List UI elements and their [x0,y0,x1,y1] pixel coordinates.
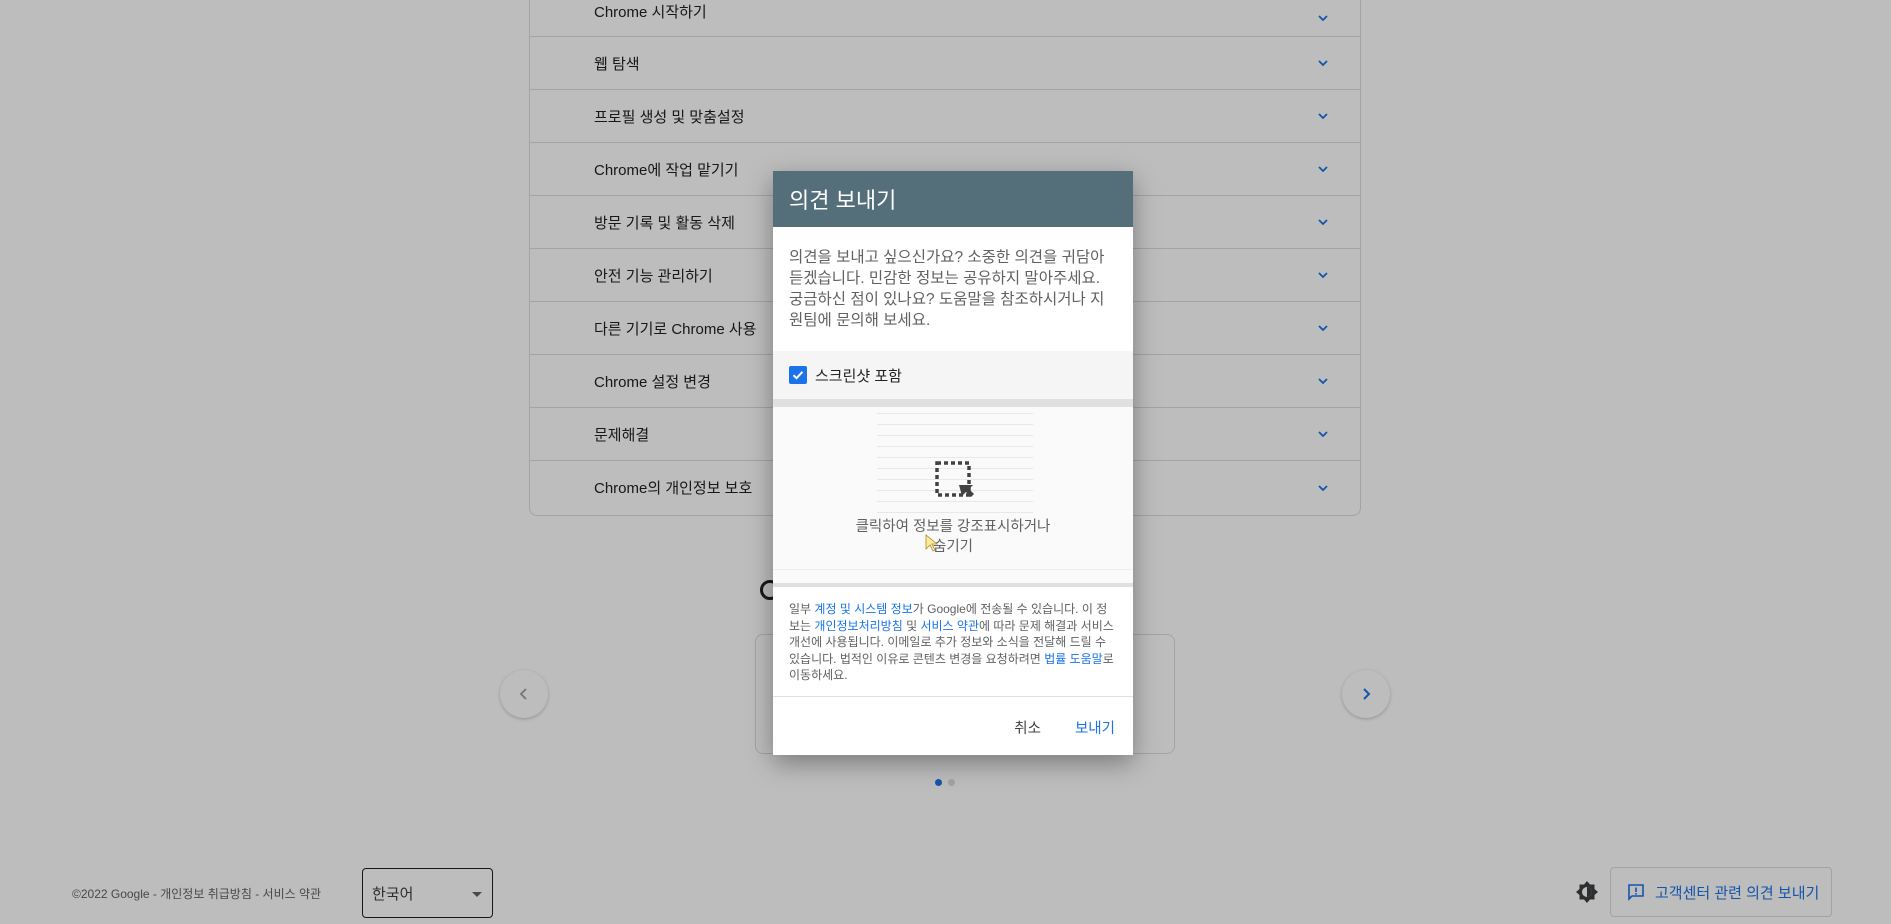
include-screenshot-row[interactable]: 스크린샷 포함 [773,351,1133,399]
legal-text: 일부 [789,602,815,616]
thumbnail-row [877,436,1033,447]
divider [773,399,1133,407]
include-screenshot-checkbox[interactable] [789,366,807,384]
dialog-actions: 취소 보내기 [773,699,1133,755]
thumbnail-row [877,414,1033,425]
thumbnail-row [877,425,1033,436]
terms-link[interactable]: 서비스 약관 [920,619,979,633]
account-info-link[interactable]: 계정 및 시스템 정보 [814,602,912,616]
thumbnail-row [877,502,1033,513]
legal-text: 및 [902,618,921,633]
thumbnail-footer [773,569,1133,583]
mouse-cursor-icon [925,534,939,552]
cancel-button[interactable]: 취소 [1004,709,1051,746]
thumbnail-row [877,407,1033,414]
preview-caption: 클릭하여 정보를 강조표시하거나 숨기기 [855,519,1051,555]
dialog-header: 의견 보내기 [773,171,1133,227]
dialog-title: 의견 보내기 [789,188,897,213]
checkmark-icon [792,371,804,380]
feedback-textarea[interactable]: 의견을 보내고 싶으신가요? 소중한 의견을 귀담아 듣겠습니다. 민감한 정보… [773,227,1133,351]
screenshot-preview[interactable]: 클릭하여 정보를 강조표시하거나 숨기기 [773,407,1133,583]
legal-help-link[interactable]: 법률 도움말 [1044,652,1103,666]
feedback-dialog: 의견 보내기 의견을 보내고 싶으신가요? 소중한 의견을 귀담아 듣겠습니다.… [773,171,1133,755]
thumbnail-row [877,447,1033,458]
include-screenshot-label: 스크린샷 포함 [815,367,902,385]
feedback-placeholder: 의견을 보내고 싶으신가요? 소중한 의견을 귀담아 듣겠습니다. 민감한 정보… [789,249,1105,329]
legal-notice: 일부 계정 및 시스템 정보가 Google에 전송될 수 있습니다. 이 정보… [773,587,1133,697]
privacy-policy-link[interactable]: 개인정보처리방침 [814,619,902,633]
highlight-area-icon [935,461,974,497]
send-button[interactable]: 보내기 [1065,709,1125,746]
